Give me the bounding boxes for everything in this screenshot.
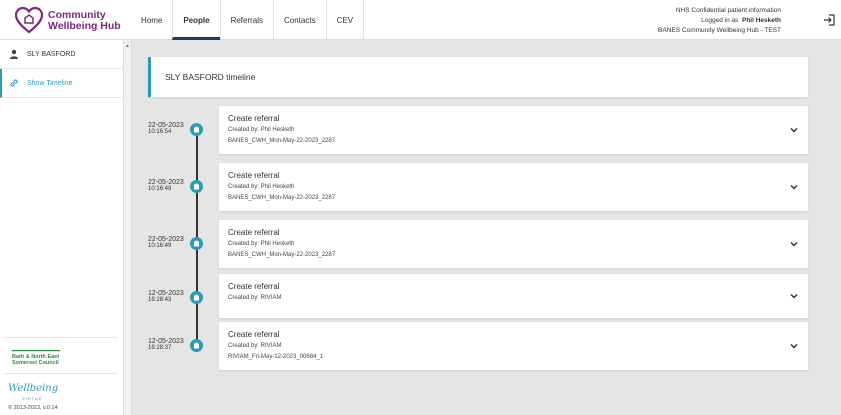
app-header: Community Wellbeing Hub Home People Refe… <box>0 0 841 40</box>
sidebar-item-person[interactable]: SLY BASFORD <box>0 40 123 69</box>
clipboard-icon <box>194 342 199 349</box>
logged-in-line: Logged in as Phil Hesketh <box>658 16 781 26</box>
event-date: 22-05-2023 <box>148 236 184 243</box>
timeline-item: 12-05-2023 16:28:37 Create referral Created… <box>140 322 810 370</box>
chevron-down-icon[interactable] <box>790 183 798 191</box>
event-reference: BANES_CWH_Mon-May-22-2023_2287 <box>228 252 336 258</box>
timeline-item: 12-05-2023 16:28:43 Create referral Created… <box>140 274 810 318</box>
copyright-text: © 2013-2023, v.0.14 <box>8 405 58 411</box>
chevron-down-icon[interactable] <box>790 126 798 134</box>
event-title: Create referral <box>228 114 280 123</box>
timeline-item: 22-05-2023 10:16:54 Create referral Created… <box>140 106 810 154</box>
event-card[interactable]: Create referral Created by: Phil Hesketh B… <box>219 106 808 154</box>
chevron-down-icon[interactable] <box>790 292 798 300</box>
logo-text: Community Wellbeing Hub <box>48 10 121 32</box>
clipboard-icon <box>194 240 199 247</box>
link-icon <box>10 79 18 87</box>
council-logo-mark-icon <box>12 350 60 352</box>
clipboard-icon <box>194 183 199 190</box>
event-date: 22-05-2023 <box>148 122 184 129</box>
event-reference: BANES_CWH_Mon-May-22-2023_2287 <box>228 195 336 201</box>
main-nav: Home People Referrals Contacts CEV <box>131 0 365 40</box>
event-time: 10:16:49 <box>148 243 172 249</box>
event-datetime: 22-05-2023 10:16:54 <box>148 122 194 136</box>
show-timeline-label: Show Timeline <box>27 79 73 87</box>
chevron-down-icon[interactable] <box>790 342 798 350</box>
event-time: 16:28:37 <box>148 345 172 351</box>
sidebar-person-name: SLY BASFORD <box>27 50 76 58</box>
timeline-item: 22-05-2023 10:16:49 Create referral Created… <box>140 163 810 211</box>
event-created-by: Created by: Phil Hesketh <box>228 184 295 190</box>
event-datetime: 22-05-2023 10:16:49 <box>148 236 194 250</box>
nav-tab-people[interactable]: People <box>172 0 220 40</box>
event-card[interactable]: Create referral Created by: RIVIAM <box>219 274 808 318</box>
user-info: NHS Confidential patient information Log… <box>658 6 781 36</box>
council-line-2: Somerset Council <box>12 360 59 366</box>
event-card[interactable]: Create referral Created by: RIVIAM RIVIAM_… <box>219 322 808 370</box>
chevron-down-icon[interactable] <box>790 240 798 248</box>
wellbeing-logo-sub: VIRTUE <box>22 396 43 401</box>
event-created-by: Created by: RIVIAM <box>228 343 282 349</box>
wellbeing-logo: Wellbeing <box>8 383 59 394</box>
scroll-up-icon[interactable]: ▲ <box>125 43 130 49</box>
user-icon <box>10 49 18 59</box>
event-title: Create referral <box>228 171 280 180</box>
event-reference: RIVIAM_Fri-May-12-2023_00684_1 <box>228 354 324 360</box>
event-card[interactable]: Create referral Created by: Phil Hesketh B… <box>219 220 808 268</box>
council-logo: Bath & North East Somerset Council <box>12 354 62 366</box>
heart-logo-icon <box>14 6 44 34</box>
timeline-dot <box>190 237 203 250</box>
nav-tab-contacts[interactable]: Contacts <box>273 0 326 40</box>
timeline-dot <box>190 123 203 136</box>
timeline-item: 22-05-2023 10:16:49 Create referral Created… <box>140 220 810 268</box>
timeline-dot <box>190 291 203 304</box>
event-datetime: 12-05-2023 16:28:37 <box>148 338 194 352</box>
event-date: 22-05-2023 <box>148 179 184 186</box>
event-time: 10:16:49 <box>148 186 172 192</box>
logged-in-label: Logged in as <box>701 17 739 24</box>
logout-icon[interactable] <box>823 14 835 26</box>
nav-tab-home[interactable]: Home <box>131 0 172 40</box>
logo-line-2: Wellbeing Hub <box>48 20 121 32</box>
event-date: 12-05-2023 <box>148 338 184 345</box>
event-title: Create referral <box>228 282 280 291</box>
page-title: SLY BASFORD timeline <box>148 57 808 97</box>
sidebar-scrollbar[interactable]: ▲ <box>124 40 132 415</box>
event-created-by: Created by: Phil Hesketh <box>228 241 295 247</box>
clipboard-icon <box>194 126 199 133</box>
event-date: 12-05-2023 <box>148 290 184 297</box>
sidebar: SLY BASFORD Show Timeline Bath & North E… <box>0 40 124 415</box>
community-wellbeing-hub-logo[interactable]: Community Wellbeing Hub <box>14 6 134 34</box>
event-title: Create referral <box>228 228 280 237</box>
org-name: BANES Community Wellbeing Hub - TEST <box>658 27 781 34</box>
event-title: Create referral <box>228 330 280 339</box>
event-datetime: 22-05-2023 10:16:49 <box>148 179 194 193</box>
event-reference: BANES_CWH_Mon-May-22-2023_2287 <box>228 138 336 144</box>
event-card[interactable]: Create referral Created by: Phil Hesketh B… <box>219 163 808 211</box>
sidebar-divider <box>4 373 118 374</box>
sidebar-item-show-timeline[interactable]: Show Timeline <box>0 69 123 98</box>
timeline-dot <box>190 180 203 193</box>
user-name: Phil Hesketh <box>741 17 781 24</box>
event-created-by: Created by: Phil Hesketh <box>228 127 295 133</box>
nav-tab-referrals[interactable]: Referrals <box>219 0 273 40</box>
timeline-dot <box>190 339 203 352</box>
event-created-by: Created by: RIVIAM <box>228 295 282 301</box>
clipboard-icon <box>194 294 199 301</box>
nav-tab-cev[interactable]: CEV <box>325 0 365 40</box>
event-datetime: 12-05-2023 16:28:43 <box>148 290 194 304</box>
confidential-notice: NHS Confidential patient information <box>675 7 781 14</box>
sidebar-divider <box>4 337 118 338</box>
event-time: 10:16:54 <box>148 129 172 135</box>
event-time: 16:28:43 <box>148 297 172 303</box>
